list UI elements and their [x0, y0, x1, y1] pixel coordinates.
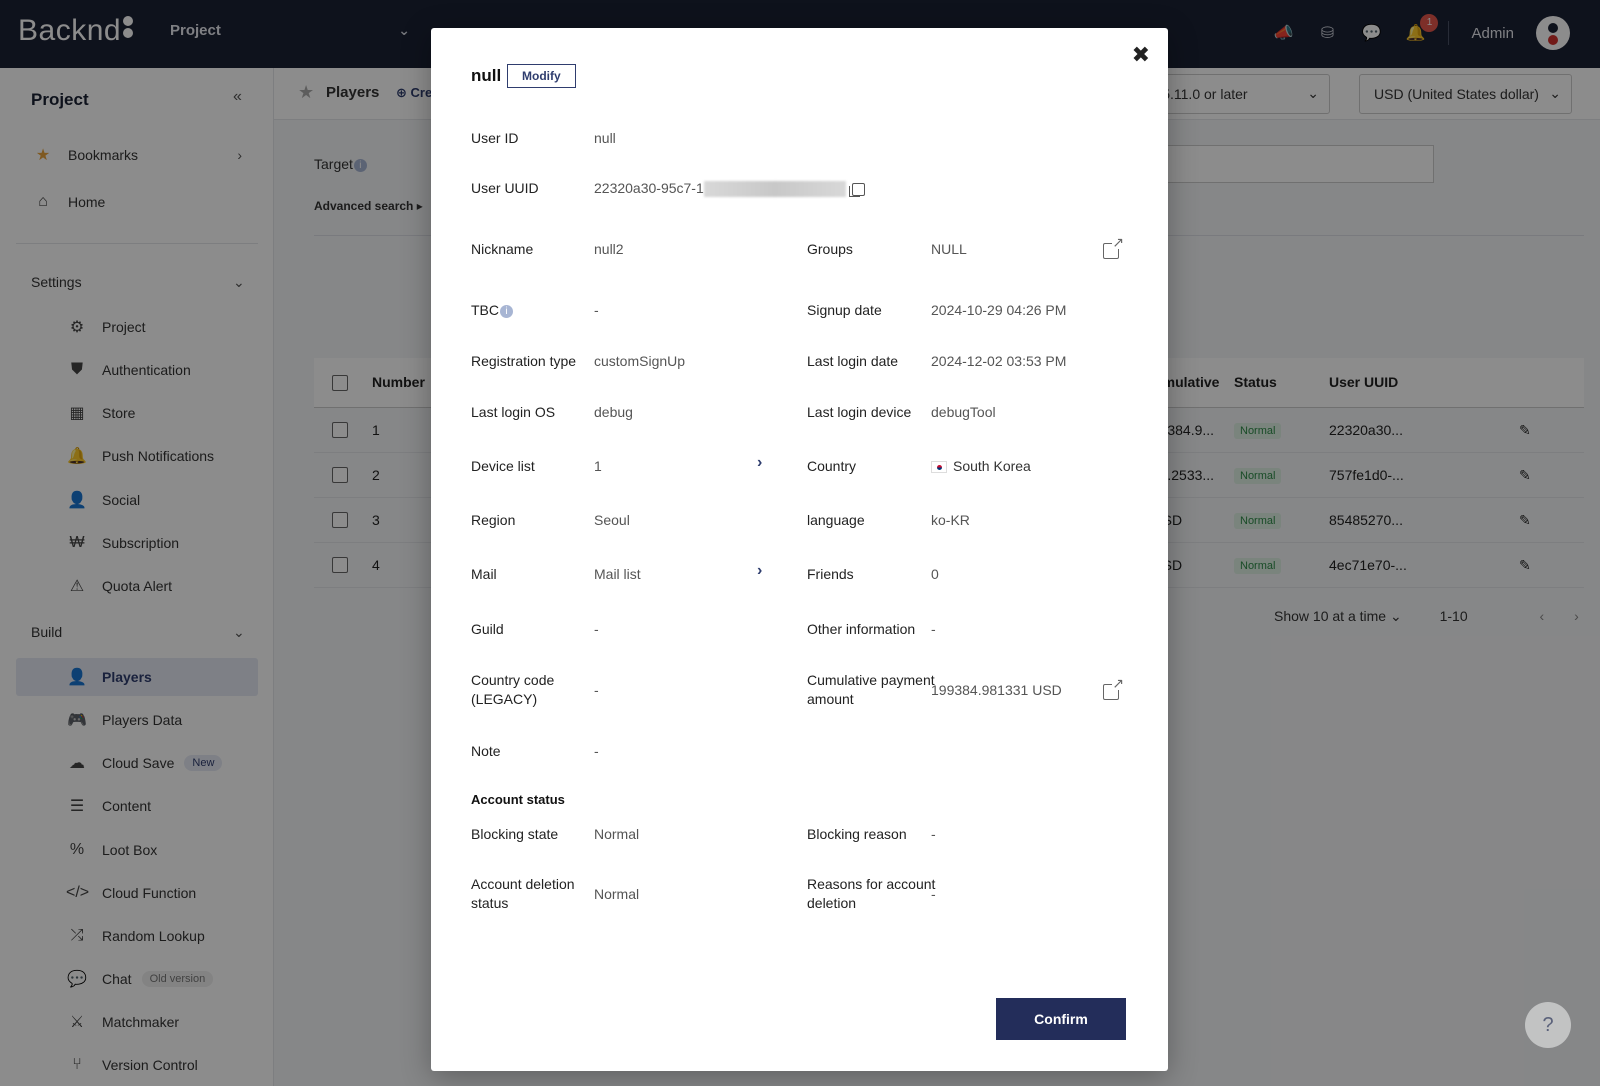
cumulative-payment-label: Cumulative payment amount	[807, 672, 935, 707]
external-link-icon[interactable]	[1103, 676, 1125, 700]
copy-icon[interactable]	[848, 182, 865, 197]
groups-label: Groups	[807, 241, 853, 257]
note-label: Note	[471, 743, 501, 759]
registration-type-value: customSignUp	[594, 353, 686, 369]
account-status-heading: Account status	[471, 792, 565, 807]
guild-value: -	[594, 621, 599, 637]
blocking-reason-value: -	[931, 826, 936, 842]
note-value: -	[594, 743, 599, 759]
nickname-value: null2	[594, 241, 624, 257]
language-value: ko-KR	[931, 512, 970, 528]
country-value: South Korea	[931, 457, 1031, 476]
modify-button[interactable]: Modify	[507, 64, 576, 88]
device-list-label: Device list	[471, 458, 535, 474]
last-login-date-value: 2024-12-02 03:53 PM	[931, 353, 1067, 369]
groups-value: NULL	[931, 241, 967, 257]
signup-date-label: Signup date	[807, 302, 882, 318]
korea-flag-icon	[931, 461, 947, 474]
region-label: Region	[471, 512, 516, 528]
last-login-device-value: debugTool	[931, 404, 996, 420]
user-uuid-value: 22320a30-95c7-1	[594, 179, 865, 198]
language-label: language	[807, 512, 865, 528]
last-login-date-label: Last login date	[807, 353, 899, 369]
registration-type-label: Registration type	[471, 353, 577, 369]
blocking-state-value: Normal	[594, 826, 640, 842]
user-id-label: User ID	[471, 130, 519, 146]
country-code-value: -	[594, 682, 599, 698]
friends-value: 0	[931, 566, 939, 582]
chevron-right-icon[interactable]: ›	[757, 454, 762, 472]
close-icon[interactable]: ✖	[1132, 42, 1150, 68]
user-uuid-label: User UUID	[471, 180, 539, 196]
country-label: Country	[807, 458, 857, 474]
external-link-icon[interactable]	[1103, 235, 1125, 259]
device-list-value: 1	[594, 458, 602, 474]
last-login-device-label: Last login device	[807, 404, 912, 420]
cumulative-payment-value: 199384.981331 USD	[931, 682, 1062, 698]
deletion-reason-label: Reasons for account deletion	[807, 876, 936, 911]
chevron-right-icon[interactable]: ›	[757, 562, 762, 580]
tbc-value: -	[594, 302, 599, 318]
user-id-value: null	[594, 130, 616, 146]
deletion-reason-value: -	[931, 886, 936, 902]
friends-label: Friends	[807, 566, 854, 582]
blocking-reason-label: Blocking reason	[807, 826, 907, 842]
region-value: Seoul	[594, 512, 630, 528]
signup-date-value: 2024-10-29 04:26 PM	[931, 302, 1067, 318]
info-icon[interactable]: i	[500, 304, 513, 318]
last-login-os-value: debug	[594, 404, 633, 420]
account-deletion-status-label: Account deletion status	[471, 876, 575, 911]
last-login-os-label: Last login OS	[471, 404, 556, 420]
other-information-label: Other information	[807, 621, 916, 637]
help-button[interactable]: ?	[1525, 1002, 1571, 1048]
mail-value: Mail list	[594, 566, 641, 582]
account-deletion-status-value: Normal	[594, 886, 640, 902]
modal-title: null	[471, 66, 502, 85]
redacted-area	[703, 181, 846, 198]
mail-label: Mail	[471, 566, 497, 582]
country-code-label: Country code (LEGACY)	[471, 672, 555, 707]
player-detail-modal: ✖ null Modify User ID null User UUID 223…	[431, 28, 1168, 1071]
blocking-state-label: Blocking state	[471, 826, 559, 842]
guild-label: Guild	[471, 621, 504, 637]
tbc-label: TBC i	[471, 301, 513, 320]
other-information-value: -	[931, 621, 936, 637]
nickname-label: Nickname	[471, 241, 534, 257]
confirm-button[interactable]: Confirm	[996, 998, 1126, 1040]
